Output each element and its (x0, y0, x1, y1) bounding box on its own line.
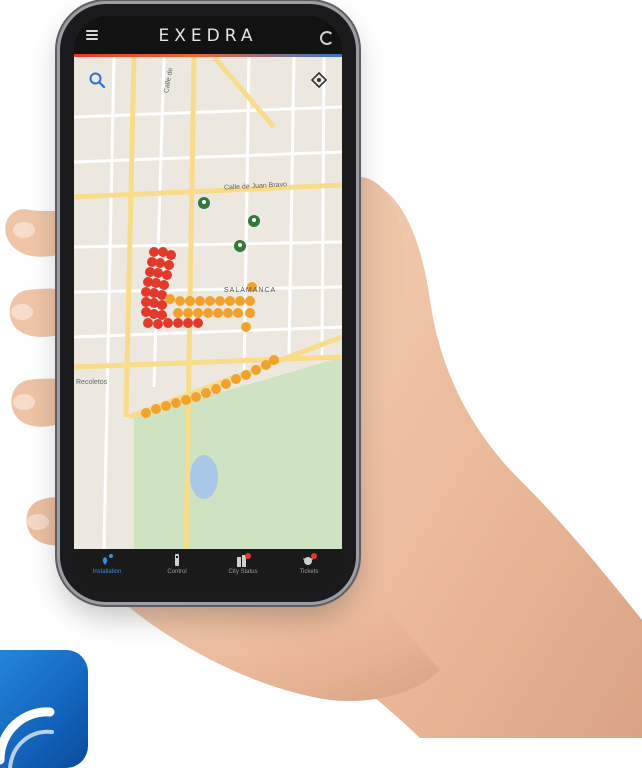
nav-label: Installation (92, 569, 122, 575)
installation-icon (102, 554, 113, 565)
left-area-label: Recoletos (76, 379, 108, 386)
refresh-icon[interactable] (320, 31, 334, 45)
search-icon[interactable] (88, 71, 106, 89)
locate-icon[interactable] (310, 71, 328, 89)
nav-item-city-status[interactable]: City Status (212, 553, 274, 575)
district-label: SALAMANCA (224, 287, 277, 294)
city-status-icon (237, 553, 251, 567)
control-icon (175, 554, 179, 566)
nav-label: City Status (228, 569, 258, 575)
nav-item-installation[interactable]: Installation (76, 553, 138, 575)
app-badge-icon (0, 650, 88, 768)
phone-device: EXEDRA Calle de Juan Bravo SALAMANCA Cal… (60, 4, 356, 602)
bottom-navigation: Installation Control City Status Tickets (74, 549, 342, 590)
tickets-icon (303, 553, 317, 565)
phone-screen: EXEDRA Calle de Juan Bravo SALAMANCA Cal… (74, 16, 342, 590)
app-header: EXEDRA (74, 16, 342, 57)
app-logo: EXEDRA (158, 26, 258, 46)
nav-item-control[interactable]: Control (146, 553, 208, 575)
nav-item-tickets[interactable]: Tickets (278, 553, 340, 575)
map-view[interactable]: Calle de Juan Bravo SALAMANCA Calle de R… (74, 57, 342, 549)
map-canvas (74, 57, 342, 549)
nav-label: Tickets (299, 569, 319, 575)
nav-label: Control (167, 569, 187, 575)
